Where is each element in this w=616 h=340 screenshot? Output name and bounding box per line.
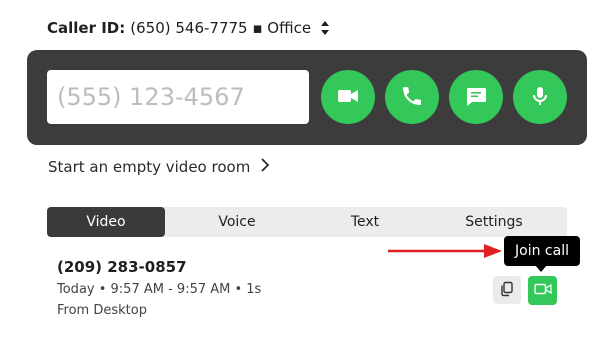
call-tabs: Video Voice Text Settings [47, 207, 567, 237]
caller-id-label: Caller ID: [47, 19, 126, 37]
dialer-panel [27, 50, 587, 145]
call-meta: Today • 9:57 AM - 9:57 AM • 1s [57, 282, 262, 297]
video-call-button[interactable] [321, 70, 375, 124]
chevron-right-icon [260, 157, 270, 177]
annotation-arrow [386, 241, 504, 265]
join-call-button[interactable] [528, 276, 557, 305]
call-number: (209) 283-0857 [57, 258, 187, 276]
tab-voice[interactable]: Voice [165, 207, 309, 237]
call-history-item: (209) 283-0857 Today • 9:57 AM - 9:57 AM… [57, 258, 261, 318]
video-camera-icon [336, 84, 360, 111]
sort-updown-icon [320, 20, 330, 36]
message-icon [464, 84, 488, 111]
copy-icon [499, 281, 515, 300]
video-camera-icon [533, 282, 552, 299]
phone-number-input[interactable] [47, 70, 309, 124]
tooltip-tail [535, 265, 547, 272]
call-source: From Desktop [57, 303, 147, 318]
caller-id-selector[interactable]: Caller ID: (650) 546-7775 ▪ Office [47, 19, 330, 37]
voice-call-button[interactable] [385, 70, 439, 124]
microphone-button[interactable] [513, 70, 567, 124]
copy-button[interactable] [493, 276, 521, 304]
phone-icon [400, 84, 424, 111]
tab-text[interactable]: Text [309, 207, 421, 237]
start-empty-video-room-link[interactable]: Start an empty video room [48, 157, 270, 177]
tab-settings[interactable]: Settings [421, 207, 567, 237]
caller-id-value: (650) 546-7775 ▪ Office [130, 19, 312, 37]
empty-room-label: Start an empty video room [48, 158, 251, 176]
microphone-icon [528, 84, 552, 111]
join-call-tooltip: Join call [504, 236, 580, 266]
text-message-button[interactable] [449, 70, 503, 124]
tab-video[interactable]: Video [47, 207, 165, 237]
